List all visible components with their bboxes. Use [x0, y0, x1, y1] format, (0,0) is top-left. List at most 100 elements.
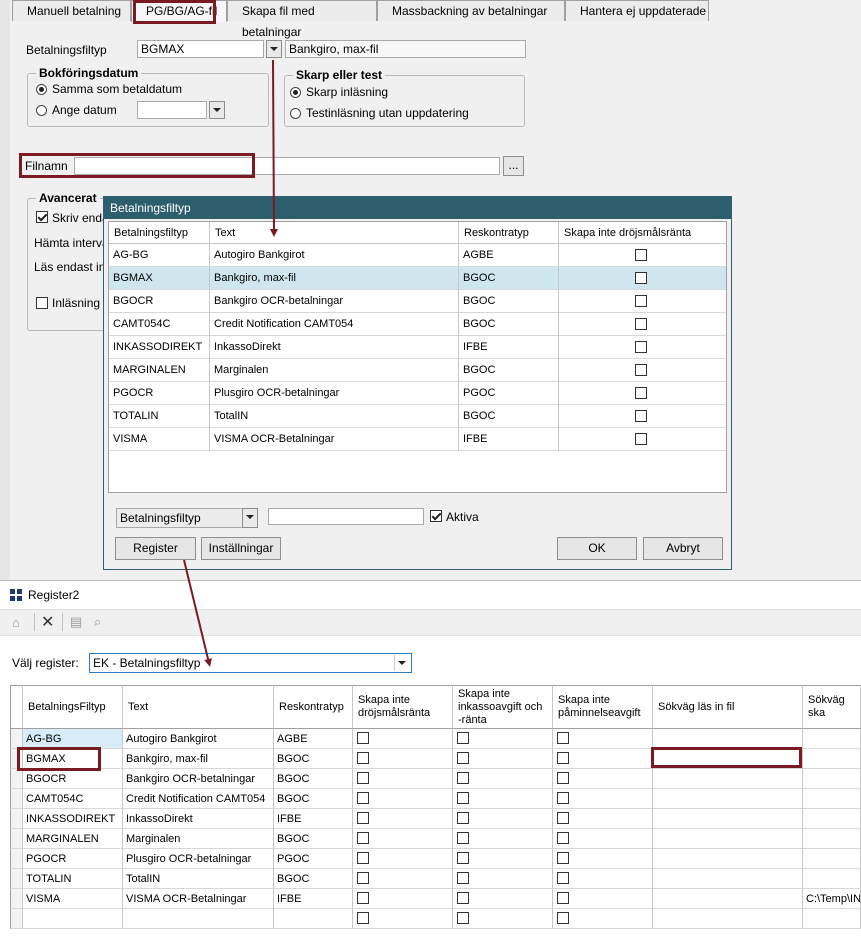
register-checkbox[interactable] — [457, 812, 469, 824]
skapa-inte-checkbox[interactable] — [635, 318, 647, 330]
radio-testinlasning[interactable] — [290, 108, 301, 119]
register-checkbox[interactable] — [357, 732, 369, 744]
print-preview-icon[interactable]: ⌕ — [94, 614, 101, 630]
inlasning-checkbox[interactable] — [36, 297, 48, 309]
row-header[interactable] — [10, 869, 23, 889]
grid-cell[interactable]: Credit Notification CAMT054 — [210, 313, 459, 336]
grid-cell[interactable]: BGOC — [459, 405, 559, 428]
grid-cell[interactable]: AG-BG — [109, 244, 210, 267]
register-cell[interactable]: VISMA — [23, 889, 123, 909]
register-cell[interactable]: IFBE — [274, 809, 353, 829]
register-checkbox[interactable] — [457, 912, 469, 924]
row-header[interactable] — [10, 809, 23, 829]
register-header-cell[interactable]: Skapa inte påminnelseavgift — [553, 685, 653, 729]
skriv-checkbox[interactable] — [36, 211, 48, 223]
skapa-inte-checkbox[interactable] — [635, 387, 647, 399]
register-cell[interactable]: Plusgiro OCR-betalningar — [123, 849, 274, 869]
register-cell[interactable]: BGOCR — [23, 769, 123, 789]
register-cell[interactable]: IFBE — [274, 889, 353, 909]
row-header[interactable] — [10, 849, 23, 869]
register-checkbox[interactable] — [357, 812, 369, 824]
register-cell[interactable]: BGOC — [274, 869, 353, 889]
tab-skapa-fil[interactable]: Skapa fil med betalningar — [227, 0, 377, 39]
register-cell[interactable]: BGOC — [274, 829, 353, 849]
radio-samma-som-betaldatum[interactable] — [36, 84, 47, 95]
register-checkbox[interactable] — [557, 732, 569, 744]
sokvag-las-cell[interactable] — [653, 789, 803, 809]
datum-input[interactable] — [137, 101, 207, 119]
skapa-inte-checkbox[interactable] — [635, 364, 647, 376]
register-checkbox[interactable] — [457, 892, 469, 904]
sokvag-las-cell[interactable] — [653, 809, 803, 829]
tab-massbackning[interactable]: Massbackning av betalningar — [377, 0, 565, 21]
register-cell[interactable]: PGOCR — [23, 849, 123, 869]
register-checkbox[interactable] — [457, 732, 469, 744]
register-cell[interactable]: INKASSODIREKT — [23, 809, 123, 829]
sokvag-las-cell[interactable] — [653, 729, 803, 749]
grid-cell[interactable]: BGOC — [459, 267, 559, 290]
register-checkbox[interactable] — [457, 792, 469, 804]
register-checkbox[interactable] — [557, 832, 569, 844]
register-cell[interactable]: Autogiro Bankgirot — [123, 729, 274, 749]
register-checkbox[interactable] — [357, 912, 369, 924]
register-checkbox[interactable] — [457, 852, 469, 864]
register-cell[interactable]: AG-BG — [23, 729, 123, 749]
grid-cell[interactable]: BGOC — [459, 290, 559, 313]
register-checkbox[interactable] — [357, 752, 369, 764]
skapa-inte-checkbox[interactable] — [635, 295, 647, 307]
sokvag-las-cell[interactable] — [653, 869, 803, 889]
register-header-cell[interactable]: Reskontratyp — [274, 685, 353, 729]
register-checkbox[interactable] — [357, 872, 369, 884]
grid-cell[interactable]: CAMT054C — [109, 313, 210, 336]
grid-cell[interactable]: INKASSODIREKT — [109, 336, 210, 359]
grid-cell[interactable]: IFBE — [459, 336, 559, 359]
grid-cell[interactable]: MARGINALEN — [109, 359, 210, 382]
register-checkbox[interactable] — [357, 792, 369, 804]
avbryt-button[interactable]: Avbryt — [643, 537, 723, 560]
grid-cell[interactable]: TOTALIN — [109, 405, 210, 428]
register-header-cell[interactable]: Skapa inte inkassoavgift och -ränta — [453, 685, 553, 729]
sokvag-las-cell[interactable] — [653, 889, 803, 909]
register-cell[interactable]: TotalIN — [123, 869, 274, 889]
sokvag-las-cell[interactable] — [653, 849, 803, 869]
register-cell[interactable]: VISMA OCR-Betalningar — [123, 889, 274, 909]
grid-cell[interactable]: BGMAX — [109, 267, 210, 290]
sokvag-ska-cell[interactable] — [803, 769, 861, 789]
sokvag-ska-cell[interactable]: C:\Temp\IN — [803, 889, 861, 909]
register-checkbox[interactable] — [557, 772, 569, 784]
row-header[interactable] — [10, 729, 23, 749]
filter-select[interactable]: Betalningsfiltyp — [116, 508, 244, 528]
row-header[interactable] — [10, 789, 23, 809]
row-header[interactable] — [10, 829, 23, 849]
skapa-inte-checkbox[interactable] — [635, 249, 647, 261]
register-button[interactable]: Register — [115, 537, 196, 560]
grid-cell[interactable]: VISMA OCR-Betalningar — [210, 428, 459, 451]
register-checkbox[interactable] — [557, 892, 569, 904]
filter-select-dropdown[interactable] — [242, 508, 258, 528]
register-header-cell[interactable]: Text — [123, 685, 274, 729]
grid-cell[interactable]: Marginalen — [210, 359, 459, 382]
grid-cell[interactable]: PGOC — [459, 382, 559, 405]
register-checkbox[interactable] — [557, 912, 569, 924]
sokvag-ska-cell[interactable] — [803, 729, 861, 749]
sokvag-las-cell[interactable] — [653, 769, 803, 789]
register-checkbox[interactable] — [357, 772, 369, 784]
grid-header-cell[interactable]: Skapa inte dröjsmålsränta — [559, 222, 726, 244]
skapa-inte-checkbox[interactable] — [635, 272, 647, 284]
row-header[interactable] — [10, 889, 23, 909]
sokvag-ska-cell[interactable] — [803, 789, 861, 809]
skapa-inte-checkbox[interactable] — [635, 341, 647, 353]
register-cell[interactable] — [23, 909, 123, 929]
print-icon[interactable]: ▤ — [70, 614, 82, 630]
grid-cell[interactable]: Autogiro Bankgirot — [210, 244, 459, 267]
tab-hantera-ej-uppdaterade[interactable]: Hantera ej uppdaterade — [565, 0, 709, 21]
register-checkbox[interactable] — [357, 892, 369, 904]
delete-icon[interactable]: ✕ — [41, 612, 54, 632]
sokvag-las-cell[interactable] — [653, 829, 803, 849]
register-cell[interactable]: Bankgiro OCR-betalningar — [123, 769, 274, 789]
register-checkbox[interactable] — [457, 872, 469, 884]
tab-manuell-betalning[interactable]: Manuell betalning — [12, 0, 131, 21]
radio-skarp-inlasning[interactable] — [290, 87, 301, 98]
register-checkbox[interactable] — [357, 852, 369, 864]
grid-header-cell[interactable]: Reskontratyp — [459, 222, 559, 244]
